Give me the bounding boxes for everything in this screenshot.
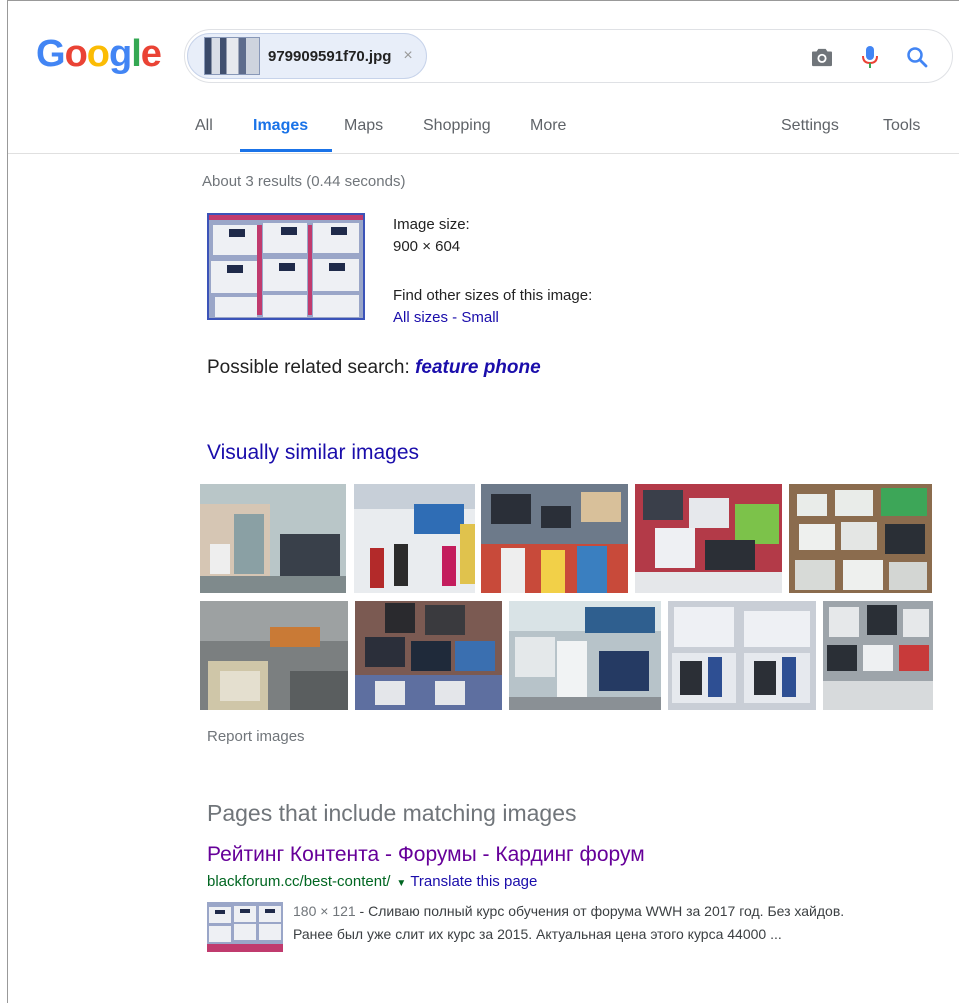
google-logo[interactable]: Google: [36, 33, 162, 76]
logo-letter: o: [64, 33, 88, 75]
other-sizes-links: All sizes - Small: [393, 309, 499, 326]
browser-frame: Google 979909591f70.jpg × All Images Map…: [7, 0, 959, 1003]
similar-image[interactable]: [481, 484, 628, 593]
similar-image[interactable]: [200, 601, 348, 710]
image-size-value: 900 × 604: [393, 238, 461, 255]
tab-more[interactable]: More: [530, 117, 566, 135]
tools-link[interactable]: Tools: [883, 117, 920, 135]
snippet-line-2: Ранее был уже слит их курс за 2015. Акту…: [293, 926, 782, 942]
translate-link[interactable]: Translate this page: [410, 873, 537, 890]
search-icon[interactable]: [902, 42, 932, 72]
logo-letter: l: [131, 33, 142, 75]
search-image-thumbnail: [204, 37, 260, 75]
camera-icon[interactable]: [807, 42, 837, 72]
related-search: Possible related search: feature phone: [207, 357, 541, 379]
similar-image[interactable]: [668, 601, 816, 710]
result-url-line: blackforum.cc/best-content/ ▼ Translate th…: [207, 873, 537, 890]
search-image-chip[interactable]: 979909591f70.jpg ×: [187, 33, 427, 79]
small-size-link[interactable]: Small: [461, 309, 499, 326]
logo-letter: e: [140, 33, 162, 75]
divider: [8, 153, 959, 154]
result-image-dims: 180 × 121: [293, 903, 356, 919]
report-images-link[interactable]: Report images: [207, 728, 305, 745]
url-dropdown-icon[interactable]: ▼: [396, 878, 406, 889]
image-size-label: Image size:: [393, 216, 470, 233]
similar-image[interactable]: [789, 484, 932, 593]
result-stats: About 3 results (0.44 seconds): [202, 173, 406, 190]
search-box[interactable]: 979909591f70.jpg ×: [184, 29, 953, 83]
search-tabs: All Images Maps Shopping More Settings T…: [8, 117, 959, 153]
all-sizes-link[interactable]: All sizes: [393, 309, 448, 326]
clear-image-icon[interactable]: ×: [403, 47, 412, 65]
microphone-icon[interactable]: [855, 42, 885, 72]
tab-images[interactable]: Images: [253, 117, 308, 135]
logo-letter: o: [86, 33, 110, 75]
search-image-filename: 979909591f70.jpg: [268, 47, 392, 65]
tab-maps[interactable]: Maps: [344, 117, 383, 135]
tab-shopping[interactable]: Shopping: [423, 117, 491, 135]
related-search-label: Possible related search:: [207, 357, 416, 378]
similar-image[interactable]: [509, 601, 661, 710]
similar-image[interactable]: [355, 601, 502, 710]
similar-image[interactable]: [635, 484, 782, 593]
similar-image[interactable]: [354, 484, 475, 593]
related-search-link[interactable]: feature phone: [415, 357, 541, 378]
result-url[interactable]: blackforum.cc/best-content/: [207, 873, 390, 890]
active-tab-indicator: [240, 149, 332, 152]
result-snippet: 180 × 121 - Сливаю полный курс обучения …: [293, 900, 933, 946]
logo-letter: g: [109, 33, 132, 75]
snippet-line-1: - Сливаю полный курс обучения от форума …: [355, 903, 845, 919]
sizes-separator: -: [448, 309, 462, 326]
visually-similar-heading[interactable]: Visually similar images: [207, 441, 419, 465]
similar-image[interactable]: [823, 601, 933, 710]
logo-letter: G: [36, 33, 66, 75]
result-thumbnail[interactable]: [207, 902, 283, 952]
other-sizes-label: Find other sizes of this image:: [393, 287, 593, 304]
pages-heading: Pages that include matching images: [207, 800, 577, 826]
tab-all[interactable]: All: [195, 117, 213, 135]
similar-image[interactable]: [200, 484, 346, 593]
query-image[interactable]: [207, 213, 365, 320]
settings-link[interactable]: Settings: [781, 117, 839, 135]
result-title-link[interactable]: Рейтинг Контента - Форумы - Кардинг фору…: [207, 843, 645, 867]
